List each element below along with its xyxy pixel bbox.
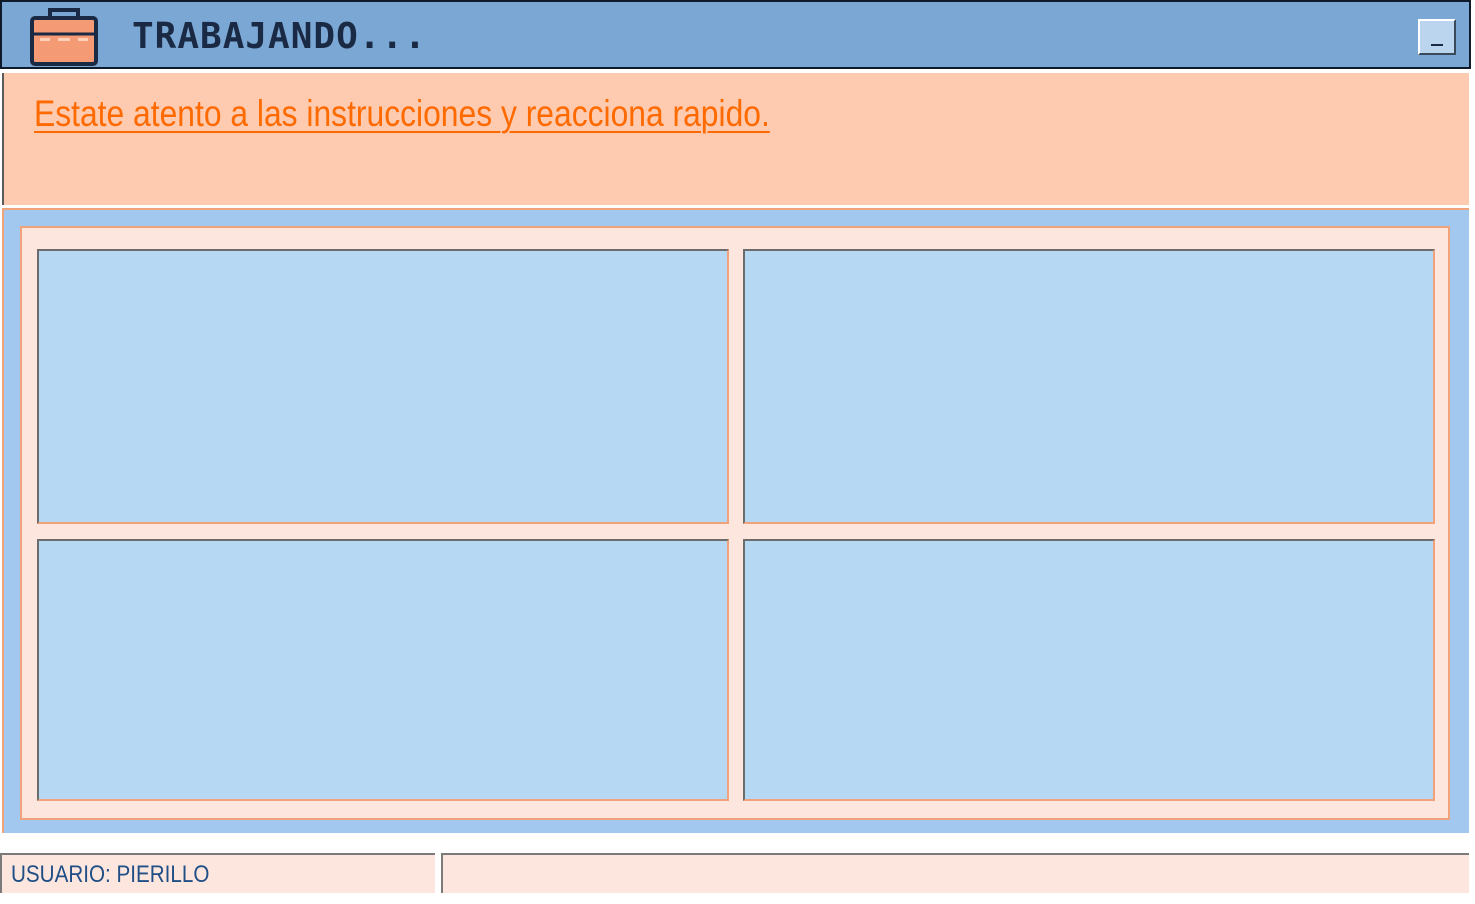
instructions-panel: Estate atento a las instrucciones y reac… <box>2 73 1469 205</box>
window-title: TRABAJANDO... <box>132 16 427 57</box>
status-user-panel: USUARIO: PIERILLO <box>0 853 435 893</box>
instructions-text: Estate atento a las instrucciones y reac… <box>34 93 770 134</box>
grid-cell-bottom-right[interactable] <box>743 539 1435 801</box>
grid-cell-top-right[interactable] <box>743 249 1435 524</box>
grid-cell-bottom-left[interactable] <box>37 539 729 801</box>
briefcase-icon <box>30 8 98 66</box>
minimize-icon <box>1431 44 1443 46</box>
title-bar: TRABAJANDO... <box>0 0 1471 69</box>
status-user-label: USUARIO: PIERILLO <box>11 861 210 888</box>
status-message-panel <box>441 853 1469 893</box>
grid-cell-top-left[interactable] <box>37 249 729 524</box>
minimize-button[interactable] <box>1418 19 1456 55</box>
